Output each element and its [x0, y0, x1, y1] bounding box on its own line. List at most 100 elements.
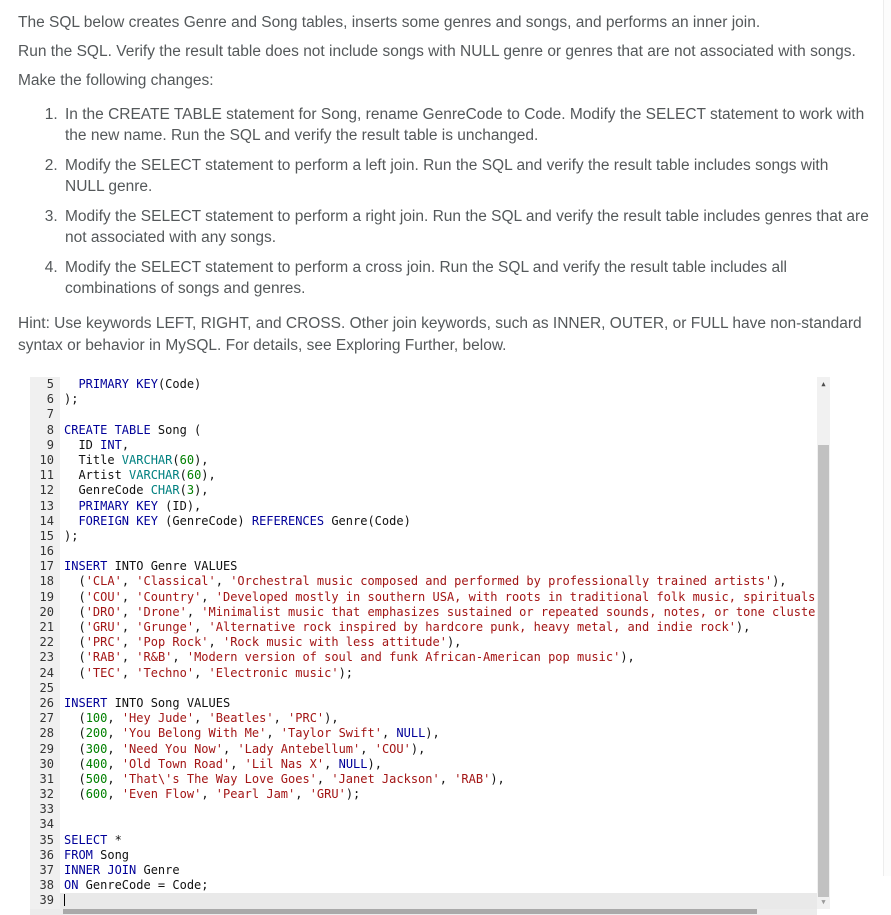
text-cursor: [64, 893, 66, 906]
code-line[interactable]: 29 (300, 'Need You Now', 'Lady Antebellu…: [30, 741, 830, 757]
code-line[interactable]: 34: [30, 817, 830, 833]
code-line[interactable]: 32 (600, 'Even Flow', 'Pearl Jam', 'GRU'…: [30, 787, 830, 803]
code-line-text: (500, 'That\'s The Way Love Goes', 'Jane…: [64, 771, 505, 786]
code-line[interactable]: 20 ('DRO', 'Drone', 'Minimalist music th…: [30, 604, 830, 620]
line-number: 11: [30, 468, 60, 484]
code-line-text: Title VARCHAR(60),: [64, 452, 209, 467]
code-line[interactable]: 26 INSERT INTO Song VALUES: [30, 695, 830, 712]
code-line[interactable]: 6);: [30, 392, 830, 408]
line-number: 28: [30, 726, 60, 742]
code-lines[interactable]: 5 PRIMARY KEY(Code) 6); 7 8 CREATE TABLE Son…: [30, 377, 830, 909]
code-line-text: (400, 'Old Town Road', 'Lil Nas X', NULL…: [64, 756, 382, 771]
code-line[interactable]: 19 ('COU', 'Country', 'Developed mostly …: [30, 589, 830, 605]
code-line-text: [60, 893, 830, 909]
change-item-3: Modify the SELECT statement to perform a…: [62, 206, 871, 248]
line-number: 34: [30, 817, 60, 833]
code-line-text: PRIMARY KEY (ID),: [78, 498, 202, 513]
scroll-down-icon[interactable]: ▼: [817, 895, 830, 909]
code-line-text: Artist VARCHAR(60),: [64, 468, 216, 483]
code-line[interactable]: 17 INSERT INTO Genre VALUES: [30, 559, 830, 575]
line-number: 18: [30, 574, 60, 590]
code-line-text: ('TEC', 'Techno', 'Electronic music');: [64, 665, 354, 680]
code-line[interactable]: 8 CREATE TABLE Song (: [30, 422, 830, 438]
code-line-text: (300, 'Need You Now', 'Lady Antebellum',…: [64, 741, 426, 756]
line-number: 10: [30, 452, 60, 469]
line-number: 39: [30, 893, 60, 909]
code-line-text: FROM Song: [64, 847, 130, 862]
code-line-text: [60, 544, 830, 559]
line-number: 26: [30, 695, 60, 712]
code-line-text: );: [64, 528, 79, 543]
code-line-text: FOREIGN KEY (GenreCode) REFERENCES Genre…: [78, 513, 411, 528]
code-line[interactable]: 18 ('CLA', 'Classical', 'Orchestral musi…: [30, 574, 830, 590]
code-line[interactable]: 30 (400, 'Old Town Road', 'Lil Nas X', N…: [30, 756, 830, 772]
code-line-text: PRIMARY KEY(Code): [78, 377, 202, 391]
code-line[interactable]: 5 PRIMARY KEY(Code): [30, 377, 830, 393]
code-line-text: ('RAB', 'R&B', 'Modern version of soul a…: [64, 650, 635, 665]
line-number: 36: [30, 847, 60, 863]
changes-heading: Make the following changes:: [18, 72, 214, 89]
sql-code-editor[interactable]: 5 PRIMARY KEY(Code) 6); 7 8 CREATE TABLE Son…: [30, 377, 830, 915]
changes-list: In the CREATE TABLE statement for Song, …: [18, 104, 871, 299]
code-line-text: ON GenreCode = Code;: [64, 878, 209, 893]
code-line[interactable]: 23 ('RAB', 'R&B', 'Modern version of sou…: [30, 650, 830, 666]
code-line[interactable]: 13 PRIMARY KEY (ID),: [30, 498, 830, 514]
line-number: 22: [30, 635, 60, 651]
code-line-text: ('CLA', 'Classical', 'Orchestral music c…: [64, 574, 787, 589]
line-number: 35: [30, 832, 60, 848]
line-number: 16: [30, 544, 60, 560]
vertical-scrollbar-thumb[interactable]: [818, 445, 829, 897]
code-line[interactable]: 11 Artist VARCHAR(60),: [30, 468, 830, 484]
scroll-up-icon[interactable]: ▲: [817, 377, 830, 391]
code-line[interactable]: 16: [30, 544, 830, 560]
code-line-text: );: [64, 392, 79, 407]
change-item-4: Modify the SELECT statement to perform a…: [62, 257, 871, 299]
code-line[interactable]: 31 (500, 'That\'s The Way Love Goes', 'J…: [30, 771, 830, 788]
horizontal-scrollbar-thumb[interactable]: [63, 909, 757, 914]
code-line[interactable]: 35 SELECT *: [30, 832, 830, 848]
code-line[interactable]: 39: [30, 893, 830, 909]
code-line[interactable]: 28 (200, 'You Belong With Me', 'Taylor S…: [30, 726, 830, 742]
code-line[interactable]: 9 ID INT,: [30, 437, 830, 453]
code-line[interactable]: 12 GenreCode CHAR(3),: [30, 483, 830, 499]
line-number: 12: [30, 483, 60, 499]
line-number: 32: [30, 787, 60, 803]
code-line-text: ('COU', 'Country', 'Developed mostly in …: [64, 589, 830, 604]
code-line-text: (200, 'You Belong With Me', 'Taylor Swif…: [64, 726, 440, 741]
code-line-text: ID INT,: [64, 437, 130, 452]
code-line-text: GenreCode CHAR(3),: [64, 483, 209, 498]
code-line[interactable]: 38 ON GenreCode = Code;: [30, 878, 830, 894]
change-item-1: In the CREATE TABLE statement for Song, …: [62, 104, 871, 146]
line-number: 20: [30, 604, 60, 620]
code-line[interactable]: 25: [30, 680, 830, 696]
code-line[interactable]: 10 Title VARCHAR(60),: [30, 452, 830, 469]
line-number: 33: [30, 802, 60, 818]
instructions-section: The SQL below creates Genre and Song tab…: [0, 0, 891, 357]
line-number: 30: [30, 756, 60, 772]
code-line[interactable]: 22 ('PRC', 'Pop Rock', 'Rock music with …: [30, 635, 830, 651]
line-number: 9: [30, 437, 60, 453]
horizontal-scrollbar[interactable]: [30, 909, 817, 915]
code-line-text: [60, 817, 830, 832]
code-line[interactable]: 27 (100, 'Hey Jude', 'Beatles', 'PRC'),: [30, 711, 830, 727]
code-line[interactable]: 33: [30, 802, 830, 818]
code-line[interactable]: 7: [30, 407, 830, 423]
code-line-text: ('PRC', 'Pop Rock', 'Rock music with les…: [64, 635, 462, 650]
code-line-text: INSERT INTO Genre VALUES: [64, 559, 238, 574]
code-line-text: INSERT INTO Song VALUES: [64, 695, 231, 710]
line-number: 7: [30, 407, 60, 423]
line-number: 24: [30, 665, 60, 681]
code-line-text: ('DRO', 'Drone', 'Minimalist music that …: [64, 604, 830, 619]
code-line[interactable]: 36 FROM Song: [30, 847, 830, 863]
line-number: 14: [30, 513, 60, 529]
code-line[interactable]: 14 FOREIGN KEY (GenreCode) REFERENCES Ge…: [30, 513, 830, 529]
line-number: 5: [30, 377, 60, 393]
code-line[interactable]: 24 ('TEC', 'Techno', 'Electronic music')…: [30, 665, 830, 681]
code-line[interactable]: 21 ('GRU', 'Grunge', 'Alternative rock i…: [30, 620, 830, 636]
code-line-text: (600, 'Even Flow', 'Pearl Jam', 'GRU');: [64, 787, 361, 802]
code-line[interactable]: 15);: [30, 528, 830, 545]
vertical-scrollbar[interactable]: ▲ ▼: [817, 377, 830, 909]
run-sql-paragraph: Run the SQL. Verify the result table doe…: [18, 43, 856, 60]
code-line-text: SELECT *: [64, 832, 122, 847]
line-number: 38: [30, 878, 60, 894]
